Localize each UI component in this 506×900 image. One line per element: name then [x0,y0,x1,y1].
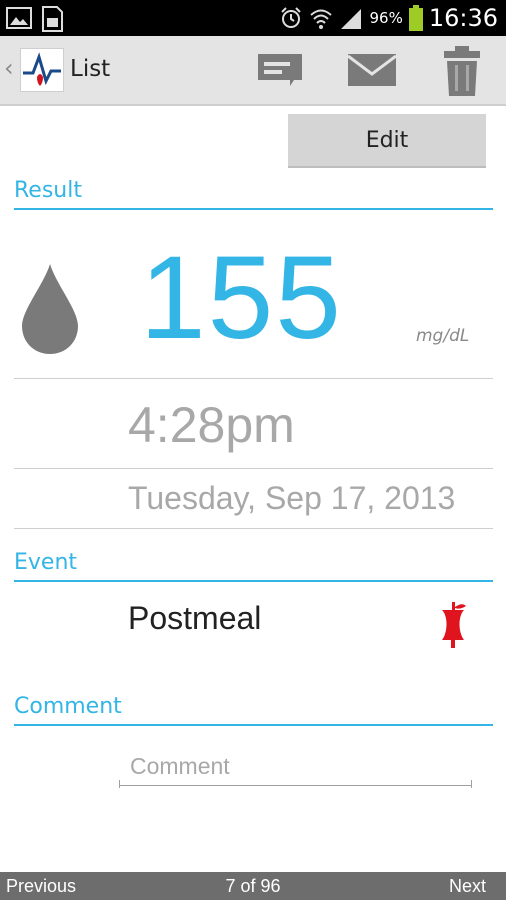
result-header: Result [14,178,82,203]
battery-icon [408,5,423,31]
next-button[interactable]: Next [449,876,486,897]
mail-button[interactable] [346,46,397,94]
glucose-logo-icon [23,52,61,86]
divider [14,468,493,469]
bottom-navigation: Previous 7 of 96 Next [0,872,506,900]
app-logo[interactable] [20,48,64,92]
delete-button[interactable] [440,46,488,96]
glucose-value: 155 [140,232,343,364]
event-value[interactable]: Postmeal [128,600,261,637]
back-chevron-icon[interactable]: ‹ [4,56,14,80]
record-position: 7 of 96 [225,876,281,896]
page-title: List [70,56,111,82]
trash-icon [444,46,480,96]
comment-header: Comment [14,694,122,719]
battery-percent: 96% [369,9,403,27]
event-divider [14,580,493,582]
picture-icon [6,7,32,29]
status-bar: 96% 16:36 [0,0,506,36]
wifi-icon [310,9,333,29]
comment-divider [14,724,493,726]
edit-button[interactable]: Edit [288,114,486,168]
blood-drop-icon [22,264,78,354]
result-divider [14,208,493,210]
clock: 16:36 [428,4,498,32]
date-value[interactable]: Tuesday, Sep 17, 2013 [128,480,455,517]
input-edge [119,780,120,788]
divider [14,378,493,379]
unit-label: mg/dL [416,326,470,346]
message-button[interactable] [254,46,302,94]
mail-icon [347,54,397,86]
alarm-icon [281,7,302,28]
divider [14,528,493,529]
sim-card-icon [42,6,63,32]
time-value[interactable]: 4:28pm [128,396,295,454]
comment-input[interactable] [120,752,472,786]
message-icon [258,54,302,86]
apple-core-icon [442,602,466,648]
event-header: Event [14,550,78,575]
action-bar: ‹ List [0,36,506,106]
signal-icon [341,9,362,29]
input-edge [471,780,472,788]
